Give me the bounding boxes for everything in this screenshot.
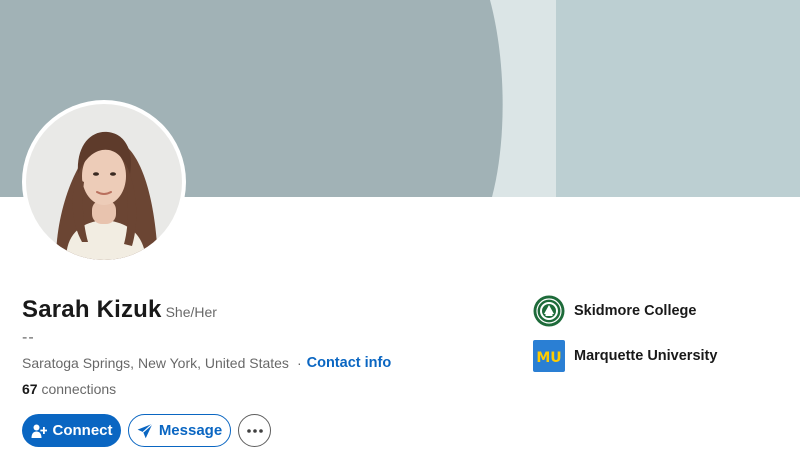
profile-location: Saratoga Springs, New York, United State… [22,355,289,371]
location-row: Saratoga Springs, New York, United State… [22,355,391,371]
message-button[interactable]: Message [128,414,231,447]
profile-name: Sarah Kizuk [22,296,162,323]
profile-photo[interactable] [22,100,186,264]
send-icon [137,422,159,439]
more-horizontal-icon [246,428,263,433]
mu-logo: MU [533,340,565,372]
connect-button[interactable]: Connect [22,414,121,447]
contact-info-link[interactable]: Contact info [307,355,392,371]
profile-name-row: Sarah Kizuk She/Her [22,296,217,324]
connect-label: Connect [52,422,113,439]
school-name: Marquette University [574,348,718,364]
education-item-marquette[interactable]: MU Marquette University [533,340,717,372]
location-separator: · [296,355,302,371]
skidmore-seal-logo [533,295,565,327]
profile-headline: -- [22,329,35,346]
message-label: Message [158,422,223,439]
svg-text:MU: MU [536,350,561,366]
connections-number: 67 [22,381,38,397]
connections-count[interactable]: 67 connections [22,381,116,397]
school-name: Skidmore College [574,303,697,319]
profile-pronouns: She/Her [165,304,217,320]
more-actions-button[interactable] [238,414,271,447]
add-person-icon [31,423,53,439]
education-item-skidmore[interactable]: Skidmore College [533,295,696,327]
connections-label: connections [41,381,117,397]
